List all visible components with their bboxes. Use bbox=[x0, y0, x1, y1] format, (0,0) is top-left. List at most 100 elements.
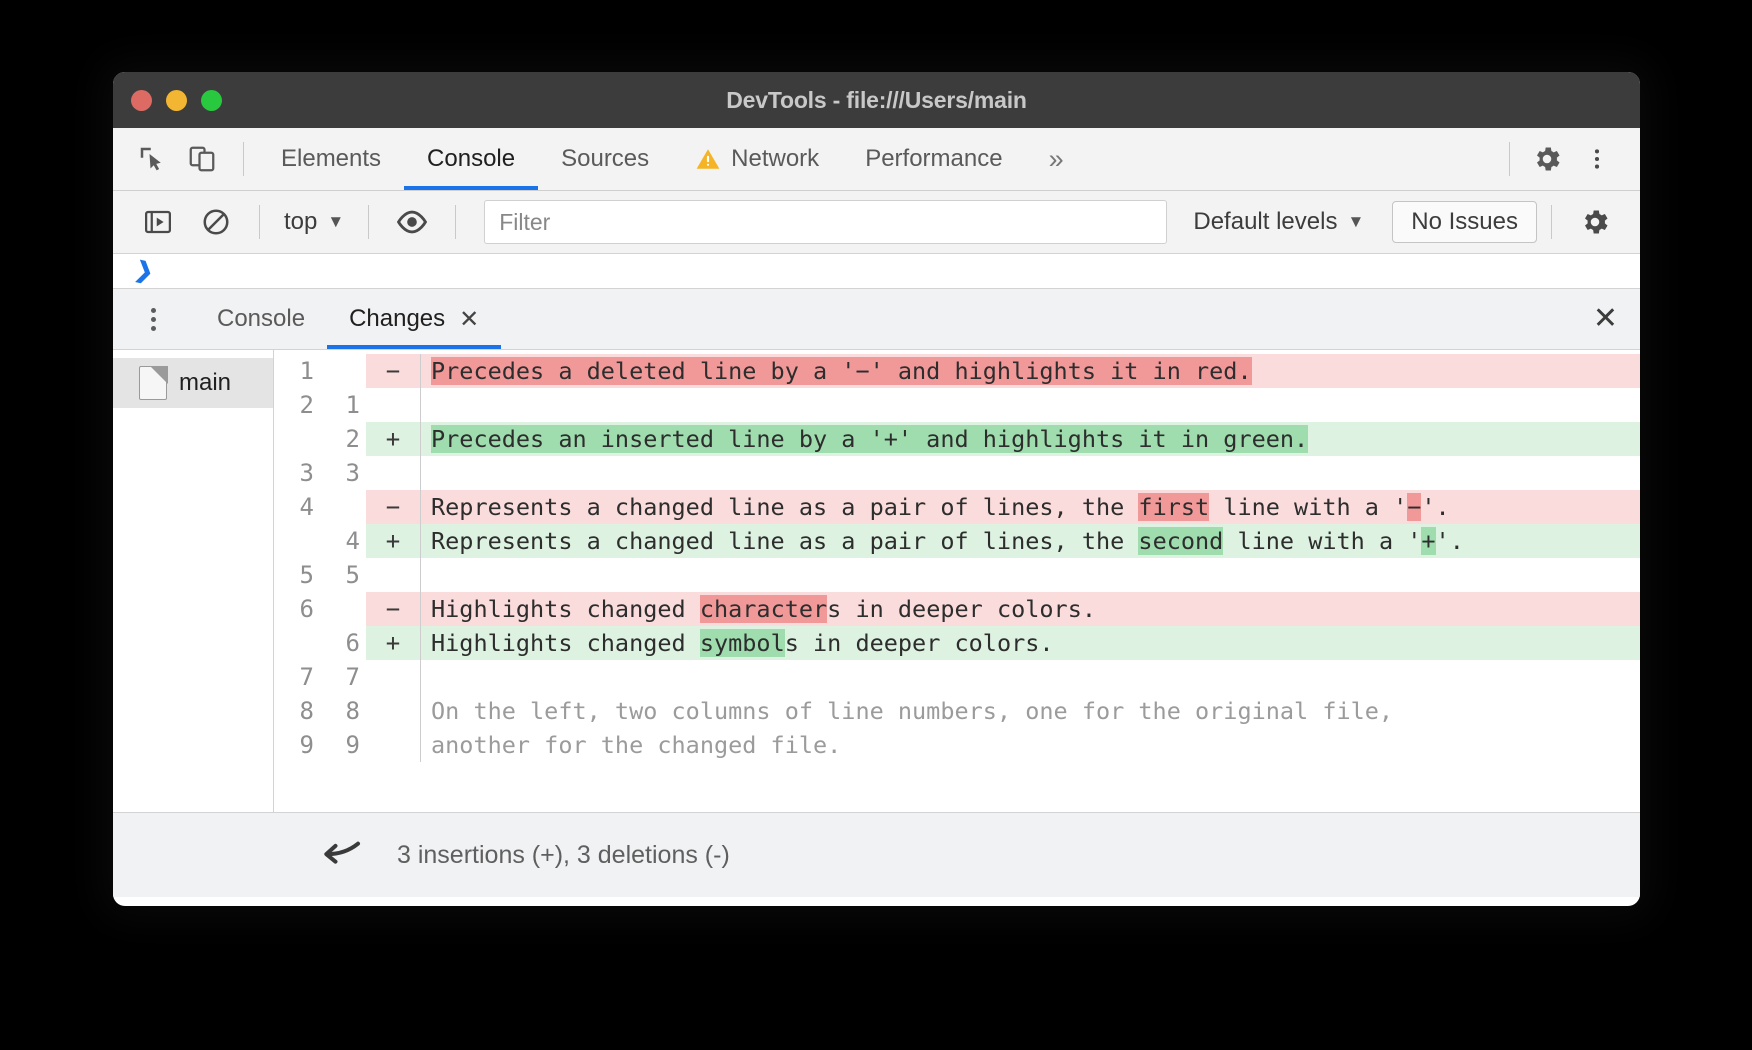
tab-performance-label: Performance bbox=[865, 145, 1002, 173]
close-drawer-button[interactable]: ✕ bbox=[1593, 304, 1618, 334]
close-window-button[interactable] bbox=[131, 90, 152, 111]
diff-line-text bbox=[420, 558, 1640, 592]
filter-input[interactable]: Filter bbox=[484, 200, 1167, 244]
diff-line-number-original: 4 bbox=[274, 490, 320, 524]
diff-row: 33 bbox=[274, 456, 1640, 490]
console-toolbar-divider-1 bbox=[259, 205, 260, 239]
issues-button[interactable]: No Issues bbox=[1392, 201, 1537, 243]
file-list-item-main[interactable]: main bbox=[113, 358, 273, 408]
tab-network[interactable]: Network bbox=[672, 128, 842, 190]
diff-changed-token: first bbox=[1138, 493, 1209, 521]
diff-line-number-original: 9 bbox=[274, 728, 320, 762]
diff-sign: + bbox=[366, 524, 420, 558]
diff-sign: + bbox=[366, 422, 420, 456]
tab-sources-label: Sources bbox=[561, 145, 649, 173]
tab-console-label: Console bbox=[427, 145, 515, 173]
diff-line-text: Highlights changed characters in deeper … bbox=[420, 592, 1640, 626]
diff-line-text: Precedes an inserted line by a '+' and h… bbox=[420, 422, 1640, 456]
gear-icon[interactable] bbox=[1572, 199, 1618, 245]
window-title: DevTools - file:///Users/main bbox=[113, 87, 1640, 114]
diff-line-number-changed: 9 bbox=[320, 728, 366, 762]
diff-sign bbox=[366, 388, 420, 422]
close-icon[interactable]: ✕ bbox=[459, 305, 479, 334]
tab-console[interactable]: Console bbox=[404, 128, 538, 190]
changes-footer: 3 insertions (+), 3 deletions (-) bbox=[113, 813, 1640, 897]
changes-summary: 3 insertions (+), 3 deletions (-) bbox=[397, 841, 730, 870]
diff-line-number-changed: 4 bbox=[320, 524, 366, 558]
tab-overflow-button[interactable]: » bbox=[1026, 128, 1087, 190]
drawer-tab-console[interactable]: Console bbox=[195, 289, 327, 349]
kebab-menu-icon[interactable] bbox=[133, 297, 173, 341]
diff-changed-token: second bbox=[1138, 527, 1223, 555]
revert-arrow-icon[interactable] bbox=[315, 838, 371, 872]
execution-context-selector[interactable]: top ▼ bbox=[274, 208, 354, 236]
drawer-tab-console-label: Console bbox=[217, 305, 305, 333]
diff-row: 88On the left, two columns of line numbe… bbox=[274, 694, 1640, 728]
minimize-window-button[interactable] bbox=[166, 90, 187, 111]
filter-placeholder: Filter bbox=[499, 209, 550, 236]
diff-line-number-changed bbox=[320, 354, 366, 388]
drawer-tab-changes-label: Changes bbox=[349, 305, 445, 333]
diff-line-text bbox=[420, 388, 1640, 422]
inspect-element-icon[interactable] bbox=[129, 136, 175, 182]
diff-row: 6 −Highlights changed characters in deepe… bbox=[274, 592, 1640, 626]
kebab-menu-icon[interactable] bbox=[1574, 136, 1620, 182]
zoom-window-button[interactable] bbox=[201, 90, 222, 111]
diff-row: 6+Highlights changed symbols in deeper c… bbox=[274, 626, 1640, 660]
devtools-tabs: Elements Console Sources Network bbox=[258, 128, 1087, 190]
diff-sign bbox=[366, 728, 420, 762]
diff-sign: − bbox=[366, 592, 420, 626]
tab-strip-actions bbox=[1495, 136, 1624, 182]
diff-line-text: another for the changed file. bbox=[420, 728, 1640, 762]
diff-changed-token: symbol bbox=[700, 629, 785, 657]
console-prompt-arrow-icon: ❯ bbox=[132, 256, 155, 285]
diff-line-number-original bbox=[274, 626, 320, 660]
execution-context-label: top bbox=[284, 208, 317, 236]
diff-line-text bbox=[420, 456, 1640, 490]
live-expression-icon[interactable] bbox=[389, 199, 435, 245]
window-traffic-lights bbox=[131, 72, 222, 128]
console-toolbar-divider-4 bbox=[1551, 205, 1552, 239]
diff-line-number-changed: 7 bbox=[320, 660, 366, 694]
diff-line-number-original: 6 bbox=[274, 592, 320, 626]
diff-row: 99 another for the changed file. bbox=[274, 728, 1640, 762]
diff-sign bbox=[366, 660, 420, 694]
execute-snippet-icon[interactable] bbox=[135, 199, 181, 245]
changed-files-sidebar: main bbox=[113, 350, 274, 812]
tab-elements[interactable]: Elements bbox=[258, 128, 404, 190]
console-toolbar: top ▼ Filter Default levels ▼ No Issues bbox=[113, 191, 1640, 254]
diff-changed-token: character bbox=[700, 595, 827, 623]
chevron-down-icon: ▼ bbox=[1347, 212, 1364, 232]
changes-panel: main 1−Precedes a deleted line by a '−' … bbox=[113, 350, 1640, 813]
chevron-down-icon: ▼ bbox=[327, 212, 344, 232]
diff-viewer[interactable]: 1−Precedes a deleted line by a '−' and h… bbox=[274, 350, 1640, 812]
diff-row: 4+Represents a changed line as a pair of… bbox=[274, 524, 1640, 558]
title-bar: DevTools - file:///Users/main bbox=[113, 72, 1640, 128]
diff-line-text: Represents a changed line as a pair of l… bbox=[420, 490, 1640, 524]
tab-performance[interactable]: Performance bbox=[842, 128, 1025, 190]
diff-line-number-changed: 3 bbox=[320, 456, 366, 490]
diff-line-number-original: 2 bbox=[274, 388, 320, 422]
console-prompt-row[interactable]: ❯ bbox=[113, 254, 1640, 289]
diff-changed-token: Precedes an inserted line by a '+' and h… bbox=[431, 425, 1308, 453]
device-toolbar-icon[interactable] bbox=[179, 136, 225, 182]
log-levels-selector[interactable]: Default levels ▼ bbox=[1181, 208, 1376, 236]
diff-line-number-changed: 2 bbox=[320, 422, 366, 456]
gear-icon[interactable] bbox=[1524, 136, 1570, 182]
diff-line-number-original bbox=[274, 422, 320, 456]
diff-line-number-original: 7 bbox=[274, 660, 320, 694]
diff-row: 1−Precedes a deleted line by a '−' and h… bbox=[274, 354, 1640, 388]
diff-line-number-changed: 6 bbox=[320, 626, 366, 660]
tab-sources[interactable]: Sources bbox=[538, 128, 672, 190]
diff-line-number-changed bbox=[320, 490, 366, 524]
drawer-tab-changes[interactable]: Changes ✕ bbox=[327, 289, 501, 349]
diff-line-number-original: 5 bbox=[274, 558, 320, 592]
diff-line-number-changed: 8 bbox=[320, 694, 366, 728]
diff-line-number-changed bbox=[320, 592, 366, 626]
diff-sign bbox=[366, 558, 420, 592]
diff-row: 2+ Precedes an inserted line by a '+' and… bbox=[274, 422, 1640, 456]
diff-line-text: Precedes a deleted line by a '−' and hig… bbox=[420, 354, 1640, 388]
console-toolbar-divider-2 bbox=[368, 205, 369, 239]
clear-console-icon[interactable] bbox=[193, 199, 239, 245]
devtools-tab-strip: Elements Console Sources Network bbox=[113, 128, 1640, 191]
